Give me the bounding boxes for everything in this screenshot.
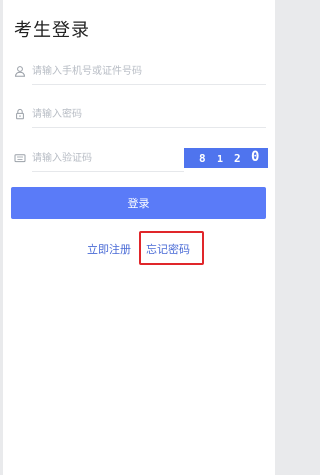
register-link[interactable]: 立即注册 xyxy=(87,242,131,258)
user-icon xyxy=(14,65,26,77)
login-button[interactable]: 登录 xyxy=(11,187,266,219)
captcha-digit: 2 xyxy=(234,152,241,165)
page-title: 考生登录 xyxy=(14,20,90,41)
captcha-digit: 1 xyxy=(217,154,224,165)
phone-field xyxy=(14,59,266,85)
verification-code-field xyxy=(14,146,184,172)
captcha-digit: 8 xyxy=(199,152,206,165)
captcha-image[interactable]: 8 1 2 0 xyxy=(184,148,268,168)
verification-code-input[interactable] xyxy=(32,147,182,169)
password-field xyxy=(14,102,266,128)
keyboard-icon xyxy=(14,152,26,164)
forgot-password-link[interactable]: 忘记密码 xyxy=(146,242,190,258)
code-underline xyxy=(32,171,184,172)
password-underline xyxy=(32,127,266,128)
phone-underline xyxy=(32,84,266,85)
password-input[interactable] xyxy=(32,103,262,125)
auth-links: 立即注册 忘记密码 xyxy=(0,242,282,258)
lock-icon xyxy=(14,108,26,120)
login-card: 考生登录 请输入手机号或证件号码 请输入验证码 8 1 2 0 xyxy=(3,0,275,475)
phone-input[interactable] xyxy=(32,60,262,82)
captcha-digit: 0 xyxy=(251,149,260,165)
